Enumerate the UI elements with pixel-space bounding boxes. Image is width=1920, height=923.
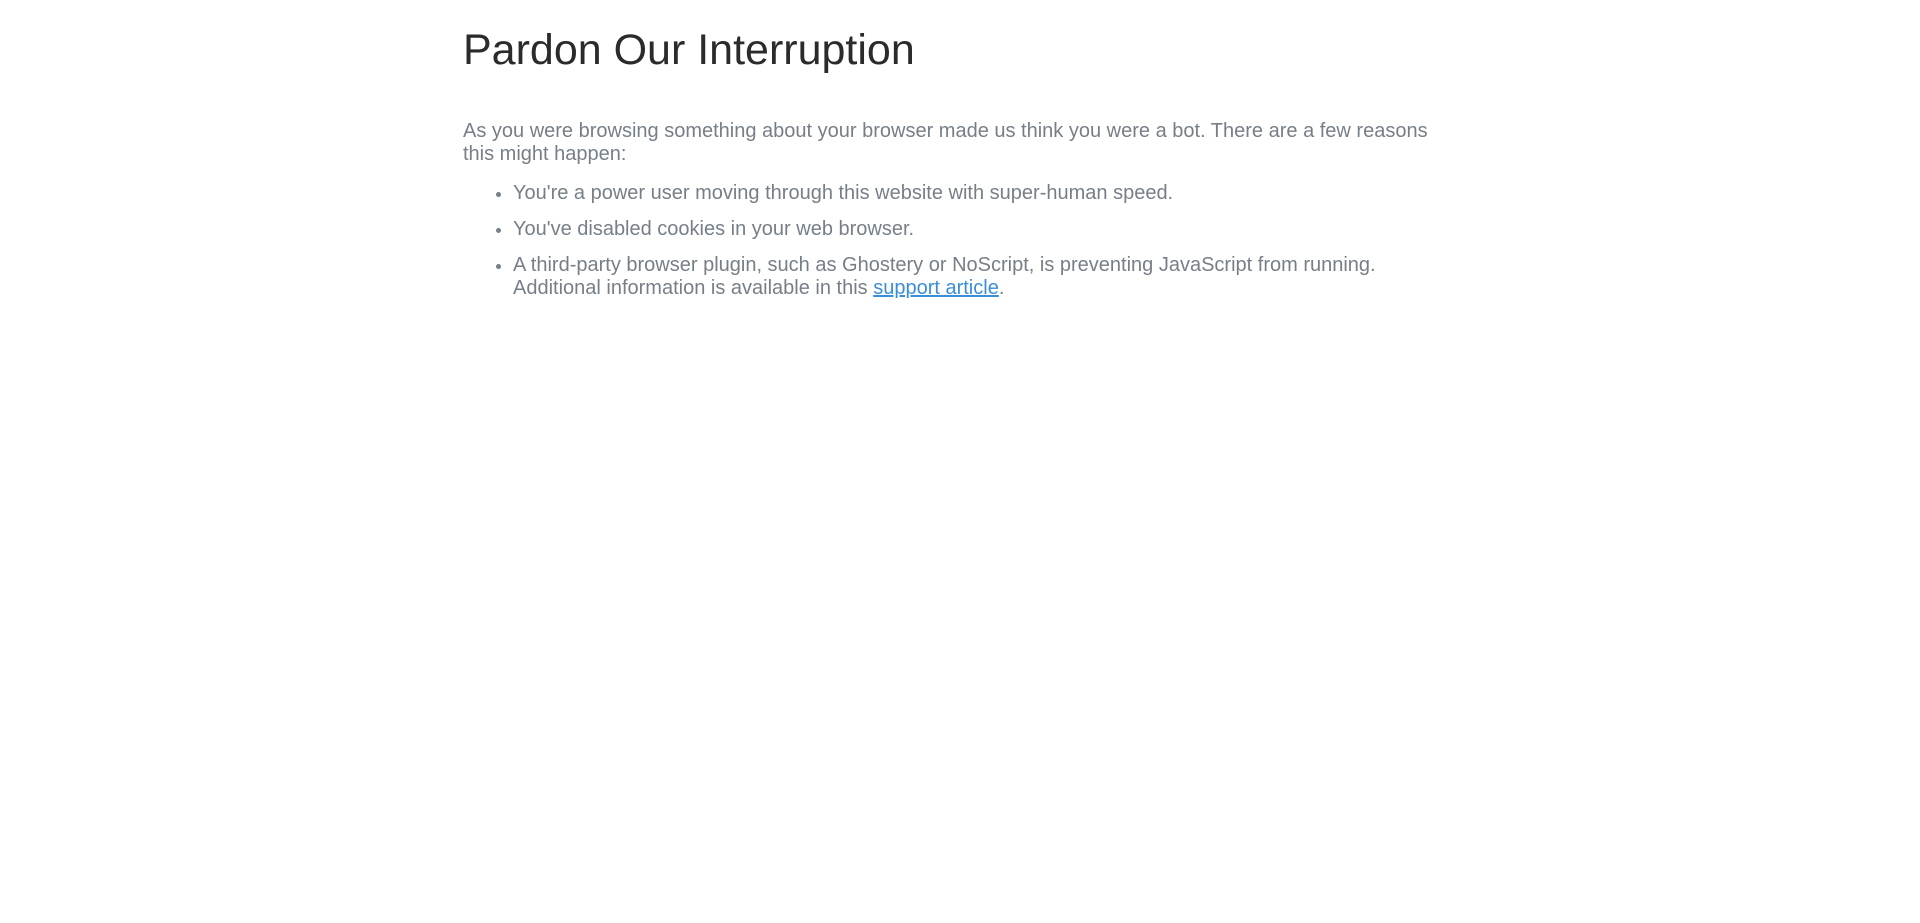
intro-paragraph: As you were browsing something about you…	[463, 120, 1443, 166]
intro-line-2: this might happen:	[463, 143, 627, 165]
plugin-reason-line-2-prefix: Additional information is available in t…	[513, 277, 874, 299]
main-content: Pardon Our Interruption As you were brow…	[463, 0, 1443, 313]
reason-browser-plugin: A third-party browser plugin, such as Gh…	[513, 254, 1443, 300]
page-title: Pardon Our Interruption	[463, 26, 915, 74]
reasons-list: You're a power user moving through this …	[463, 182, 1443, 300]
reason-cookies-disabled: You've disabled cookies in your web brow…	[513, 218, 1443, 241]
plugin-reason-suffix: .	[998, 277, 1005, 299]
support-article-link[interactable]: support article	[873, 277, 999, 299]
plugin-reason-line-1: A third-party browser plugin, such as Gh…	[513, 254, 1376, 276]
intro-line-1: As you were browsing something about you…	[463, 120, 1428, 142]
reason-power-user: You're a power user moving through this …	[513, 182, 1443, 205]
